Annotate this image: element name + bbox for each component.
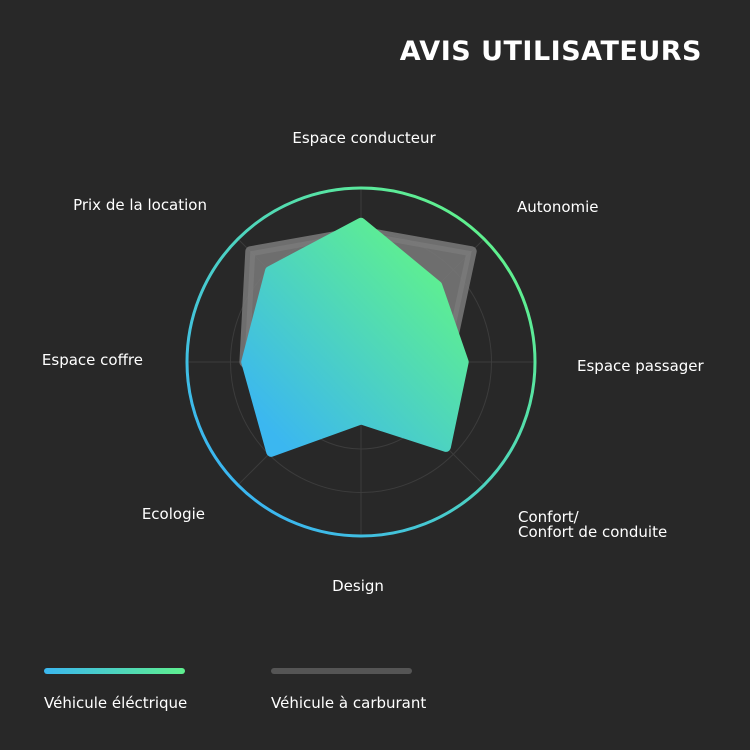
axis-label-0: Espace conducteur bbox=[292, 129, 436, 147]
axis-label-6: Espace coffre bbox=[42, 351, 143, 369]
axis-label-5: Ecologie bbox=[142, 505, 205, 523]
legend-item-electrique: Véhicule éléctrique bbox=[44, 668, 187, 712]
axis-label-7: Prix de la location bbox=[73, 196, 207, 214]
axis-label-3: Confort/Confort de conduite bbox=[518, 508, 667, 541]
legend-label-carburant: Véhicule à carburant bbox=[271, 694, 427, 712]
axis-label-1: Autonomie bbox=[517, 198, 599, 216]
legend-swatch-carburant bbox=[271, 668, 412, 674]
radar-chart: Espace conducteur Autonomie Espace passage… bbox=[42, 129, 705, 595]
legend-label-electrique: Véhicule éléctrique bbox=[44, 694, 188, 712]
axis-label-4: Design bbox=[332, 577, 384, 595]
radar-series bbox=[239, 217, 477, 457]
axis-label-2: Espace passager bbox=[577, 357, 705, 375]
legend-swatch-electrique bbox=[44, 668, 185, 674]
legend-item-carburant: Véhicule à carburant bbox=[271, 668, 426, 712]
